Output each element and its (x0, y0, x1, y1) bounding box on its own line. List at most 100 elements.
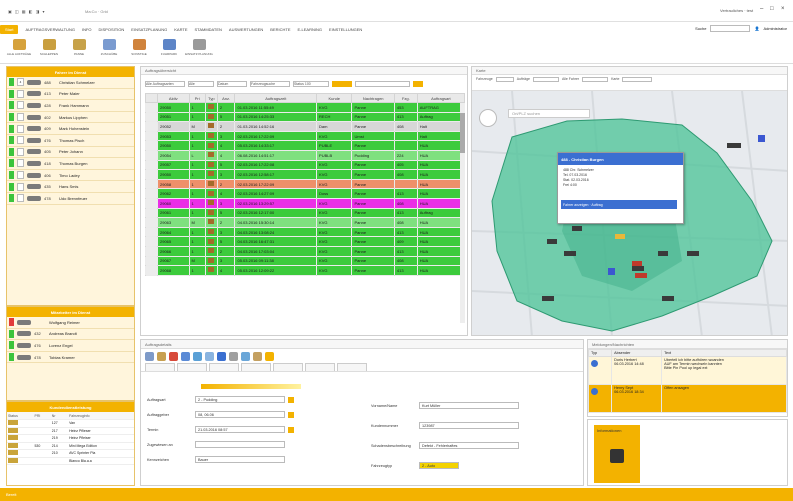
field-picker-button[interactable] (288, 426, 294, 433)
staff-row[interactable]: 476 Lorenz Engel (7, 340, 134, 352)
quick-access-toolbar[interactable]: ▣ ◫ ▦ ◧ ◨ ▾ (8, 9, 45, 14)
row-handle[interactable] (145, 140, 158, 151)
column-header[interactable]: Nachtragen (351, 93, 395, 103)
column-header[interactable]: Auftragsart (416, 93, 466, 103)
field-input[interactable]: Bauer (195, 456, 285, 463)
close-button[interactable]: × (781, 6, 785, 12)
order-row[interactable]: 29061 1 5 02.03.2016 12:17:00 KVG Panne 413 Auf… (145, 207, 466, 219)
popup-footer[interactable]: Fahrer anzeigen · Auftrag (561, 200, 677, 209)
menu-item-8[interactable]: BERICHTE (270, 27, 290, 32)
driver-row[interactable]: 476 Thomas Pisch (7, 135, 134, 147)
driver-row[interactable]: 405 Peter Johann (7, 147, 134, 159)
maximize-button[interactable]: □ (770, 6, 774, 12)
status-filter[interactable]: Alle (188, 81, 214, 87)
row-handle[interactable] (145, 169, 158, 180)
menu-item-4[interactable]: EINSATZPLANUNG (131, 27, 167, 32)
menu-item-9[interactable]: E-LEARNING (298, 27, 322, 32)
vehicle-search[interactable]: Fahrzeugsuche (250, 81, 290, 87)
filter-button[interactable] (413, 81, 423, 87)
tab-7[interactable] (337, 363, 367, 371)
table-row[interactable]: Blanco Bla.a.a (7, 457, 134, 465)
attach-icon[interactable] (229, 351, 238, 361)
field-input[interactable]: 2 - Pudding (195, 396, 285, 403)
driver-row[interactable]: 418 Thomas Burgen (7, 158, 134, 170)
row-handle[interactable] (145, 121, 158, 132)
status-100[interactable]: Status 100 (293, 81, 329, 87)
column-header[interactable]: Nr (50, 412, 69, 420)
column-header[interactable]: Fzg. (393, 93, 418, 103)
filter-apply-button[interactable] (332, 81, 352, 87)
order-row[interactable]: 29067 M 3 05.03.2016 09:11:38 KVG Panne 408 HUA (145, 255, 466, 267)
map-tool-drivers[interactable]: Alle Fahrer (562, 77, 579, 88)
driver-row[interactable]: 435 Hans Smis (7, 181, 134, 193)
menu-item-10[interactable]: EINSTELLUNGEN (329, 27, 362, 32)
tab-2[interactable] (177, 363, 207, 371)
staff-row[interactable]: Wolfgang Reimer (7, 317, 134, 329)
row-handle[interactable] (145, 149, 158, 161)
tab-1[interactable] (145, 363, 175, 371)
column-header[interactable]: Auftragszeit (234, 93, 318, 103)
row-handle[interactable] (145, 226, 158, 238)
order-row[interactable]: 29062 1 4 02.03.2016 14:27:09 Doss Panne 413 HU… (145, 188, 466, 199)
column-header[interactable]: Typ (587, 349, 613, 357)
edit-icon[interactable] (157, 351, 166, 361)
row-handle[interactable] (145, 217, 158, 228)
user-icon[interactable] (265, 351, 274, 361)
copy-icon[interactable] (181, 351, 190, 361)
ribbon-button-3[interactable]: ZUSCHÜBE (98, 36, 120, 63)
menu-item-7[interactable]: AUSWERTUNGEN (229, 27, 263, 32)
field-picker-button[interactable] (288, 411, 294, 418)
tab-3[interactable] (209, 363, 239, 371)
driver-row[interactable]: 409 Mark Hohenstein (7, 123, 134, 135)
menu-item-2[interactable]: INFO (82, 27, 92, 32)
order-row[interactable]: 29068 1 4 05.03.2016 12:09:22 KVG Panne 413 HUA (145, 265, 466, 276)
row-handle[interactable] (145, 102, 158, 113)
field-input[interactable]: 21.03.2016 08:57 (195, 426, 285, 433)
staff-row[interactable]: 478 Tobias Kramer (7, 352, 134, 364)
column-header[interactable]: Kunde (316, 93, 353, 103)
tab-6[interactable] (305, 363, 335, 371)
row-handle[interactable] (145, 245, 158, 257)
table-row[interactable]: 127 Van (7, 419, 134, 428)
row-handle[interactable] (145, 197, 158, 209)
order-row[interactable]: 29051 1 5 01.03.2016 14:25:33 RECH Panne 413 Au… (145, 111, 466, 123)
order-row[interactable]: 29050 1 2 01.03.2016 11:55:49 KVG Panne 453 AUF… (145, 102, 466, 113)
column-header[interactable] (145, 93, 158, 103)
column-header[interactable]: Status (7, 412, 34, 420)
column-header[interactable]: Typ (204, 93, 218, 103)
menu-item-6[interactable]: STAMMDATEN (195, 27, 222, 32)
message-row[interactable]: Doris Herbert 06.03.2016 14:48 Ubertell i… (587, 356, 787, 385)
order-row[interactable]: 29060 1 3 02.03.2016 13:29:57 KVG Panne 408 HUA (145, 197, 466, 209)
field-picker-button[interactable] (288, 396, 294, 403)
search-input[interactable] (710, 25, 751, 32)
row-handle[interactable] (145, 130, 158, 142)
driver-row[interactable]: 402 Markus Lipphen (7, 112, 134, 124)
row-handle[interactable] (145, 255, 158, 267)
menu-item-1[interactable]: AUFTRAGSVERWALTUNG (25, 27, 75, 32)
orders-search-input[interactable] (355, 81, 410, 87)
order-row[interactable]: 29066 1 2 04.03.2016 17:03:04 KVG Panne 413 HUA (145, 245, 466, 257)
row-handle[interactable] (145, 178, 158, 190)
table-row[interactable]: 210 AVC Sprinter Pla (7, 449, 134, 458)
table-row[interactable]: 219 Heinz Pfleiser (7, 434, 134, 443)
tab-5[interactable] (273, 363, 303, 371)
field-input[interactable]: Defekt - Fehlerhaftes (419, 442, 519, 449)
row-handle[interactable] (145, 265, 158, 276)
order-row[interactable]: 29064 1 3 04.03.2016 13:08:24 KVG Panne 413 HUA (145, 226, 466, 238)
driver-row[interactable]: 428 Frank Hammann (7, 100, 134, 112)
column-header[interactable]: Absender (611, 349, 663, 357)
order-row[interactable]: 29052 M 2 01.03.2016 14:52:16 Dam Panne 408 Hal… (145, 121, 466, 132)
row-handle[interactable] (145, 159, 158, 171)
order-type-filter[interactable]: Alle Auftragsarten (145, 81, 185, 87)
info-tile[interactable]: Informationen (594, 425, 640, 483)
new-icon[interactable] (145, 351, 154, 361)
field-input[interactable]: 08, 06.06 (195, 411, 285, 418)
column-header[interactable]: Fahrzeuginfo (68, 412, 134, 420)
column-header[interactable]: PRI (33, 412, 51, 420)
column-header[interactable]: Pri (188, 93, 206, 103)
menu-item-5[interactable]: KARTE (174, 27, 187, 32)
row-handle[interactable] (145, 111, 158, 123)
column-header[interactable]: Text (661, 349, 787, 357)
history-icon[interactable] (253, 351, 262, 361)
info-icon[interactable] (217, 351, 226, 361)
